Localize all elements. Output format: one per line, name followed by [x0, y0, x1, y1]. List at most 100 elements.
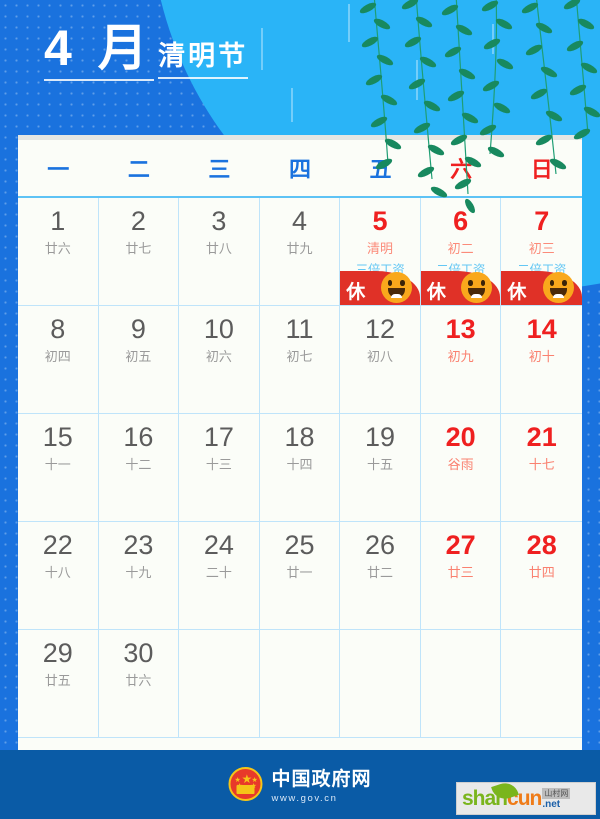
gov-site-url: www.gov.cn [271, 793, 338, 804]
calendar-day-cell[interactable]: 29 廿五 [18, 630, 99, 738]
lunar-date-label: 初六 [205, 349, 232, 365]
holiday-banner: 休 [340, 271, 420, 305]
calendar-day-cell[interactable]: 7初三二倍工资休 [501, 198, 582, 306]
lunar-date-label: 廿六 [125, 673, 152, 689]
calendar-grid: 1廿六2廿七3廿八4廿九5清明三倍工资休6初二二倍工资休7初三二倍工资休8初四9… [18, 198, 582, 738]
smiley-face-icon [542, 272, 574, 303]
day-number: 26 [365, 530, 396, 560]
calendar-day-cell[interactable]: 12 初八 [340, 306, 421, 414]
day-number: 20 [445, 422, 476, 452]
lunar-date-label: 十一 [44, 457, 71, 473]
day-number: 13 [445, 314, 476, 344]
lunar-date-label: 十五 [367, 457, 394, 473]
calendar-day-cell[interactable]: 9 初五 [98, 306, 180, 414]
lunar-date-label: 十八 [44, 565, 71, 581]
day-number: 4 [291, 206, 307, 236]
calendar-day-cell[interactable]: 23 十九 [98, 522, 180, 630]
poster-header: 4 月 清明节 [44, 22, 249, 81]
day-number: 23 [123, 530, 154, 560]
watermark-suffix: 山村网 .net [542, 787, 571, 810]
day-number: 15 [42, 422, 73, 452]
calendar-day-cell[interactable]: 13 初九 [420, 306, 502, 414]
calendar-cell-empty [259, 630, 341, 738]
lunar-date-label: 廿三 [447, 565, 474, 581]
lunar-date-label: 廿一 [286, 565, 313, 581]
calendar-day-cell[interactable]: 1 廿六 [18, 198, 99, 306]
calendar-day-cell[interactable]: 14 初十 [501, 306, 582, 414]
smiley-face-icon [380, 272, 412, 303]
calendar-day-cell[interactable]: 16 十二 [98, 414, 180, 522]
holiday-banner: 休 [501, 271, 582, 305]
weekday-header-3: 四 [288, 157, 311, 182]
calendar-day-cell[interactable]: 20 谷雨 [420, 414, 502, 522]
gov-text-block: 中国政府网 www.gov.cn [271, 764, 371, 804]
national-emblem-icon: ★ ★ ★ ★ ★ [228, 767, 263, 801]
calendar-day-cell[interactable]: 4 廿九 [259, 198, 341, 306]
day-number: 3 [211, 206, 227, 236]
day-number: 16 [123, 422, 154, 452]
emoji-eye-right [480, 280, 486, 286]
lunar-date-label: 初五 [125, 349, 152, 365]
gov-branding[interactable]: ★ ★ ★ ★ ★ 中国政府网 www.gov.cn [228, 764, 371, 804]
lunar-date-label: 初八 [367, 349, 394, 365]
calendar-day-cell[interactable]: 18 十四 [259, 414, 341, 522]
day-number: 9 [130, 314, 146, 344]
calendar-cell-empty [179, 630, 260, 738]
watermark-cn-label: 山村网 [542, 787, 571, 799]
calendar-day-cell[interactable]: 25 廿一 [259, 522, 341, 630]
calendar-day-cell[interactable]: 19 十五 [340, 414, 421, 522]
calendar-day-cell[interactable]: 26 廿二 [340, 522, 421, 630]
calendar-day-cell[interactable]: 2 廿七 [98, 198, 180, 306]
rest-day-badge: 休 [426, 282, 446, 303]
calendar-day-cell[interactable]: 8 初四 [18, 306, 99, 414]
lunar-date-label: 谷雨 [447, 457, 474, 473]
day-number: 14 [526, 314, 557, 344]
lunar-date-label: 十三 [205, 457, 232, 473]
day-number: 24 [203, 530, 234, 560]
day-number: 29 [42, 638, 73, 668]
calendar-day-cell[interactable]: 21 十七 [501, 414, 582, 522]
lunar-date-label: 初四 [44, 349, 71, 365]
day-number: 17 [203, 422, 234, 452]
lunar-date-label: 廿九 [286, 241, 313, 257]
lunar-date-label: 二十 [205, 565, 232, 581]
calendar-day-cell[interactable]: 6初二二倍工资休 [420, 198, 502, 306]
calendar-card: 一二三四五六日 1廿六2廿七3廿八4廿九5清明三倍工资休6初二二倍工资休7初三二… [18, 135, 582, 750]
day-number: 12 [365, 314, 396, 344]
calendar-day-cell[interactable]: 24 二十 [179, 522, 260, 630]
calendar-day-cell[interactable]: 28 廿四 [501, 522, 582, 630]
rest-day-badge: 休 [346, 282, 366, 303]
day-number: 28 [526, 530, 557, 560]
calendar-day-cell[interactable]: 10 初六 [179, 306, 260, 414]
lunar-date-label: 廿五 [44, 673, 71, 689]
weekday-header-0: 一 [47, 157, 70, 182]
day-number: 8 [50, 314, 66, 344]
calendar-day-cell[interactable]: 27 廿三 [420, 522, 502, 630]
emoji-teeth [390, 294, 402, 298]
calendar-day-cell[interactable]: 15 十一 [18, 414, 99, 522]
weekday-header-row: 一二三四五六日 [18, 140, 582, 198]
month-title: 4 月 [44, 22, 154, 81]
day-number: 1 [50, 206, 66, 236]
day-number: 6 [453, 206, 469, 236]
day-number: 5 [372, 206, 388, 236]
emoji-eye-left [549, 280, 555, 286]
lunar-date-label: 廿八 [205, 241, 232, 257]
calendar-day-cell[interactable]: 5清明三倍工资休 [340, 198, 421, 306]
calendar-day-cell[interactable]: 11 初七 [259, 306, 341, 414]
calendar-day-cell[interactable]: 22 十八 [18, 522, 99, 630]
day-number: 30 [123, 638, 154, 668]
lunar-date-label: 十二 [125, 457, 152, 473]
calendar-day-cell[interactable]: 30 廿六 [98, 630, 180, 738]
day-number: 27 [445, 530, 476, 560]
emoji-eye-right [400, 280, 405, 286]
lunar-date-label: 十九 [125, 565, 152, 581]
lunar-date-label: 清明 [367, 241, 394, 257]
day-number: 2 [130, 206, 146, 236]
rain-streak [348, 4, 350, 42]
gov-site-name: 中国政府网 [271, 769, 372, 790]
lunar-date-label: 初二 [447, 241, 474, 257]
calendar-day-cell[interactable]: 3 廿八 [179, 198, 260, 306]
calendar-day-cell[interactable]: 17 十三 [179, 414, 260, 522]
day-number: 22 [42, 530, 73, 560]
